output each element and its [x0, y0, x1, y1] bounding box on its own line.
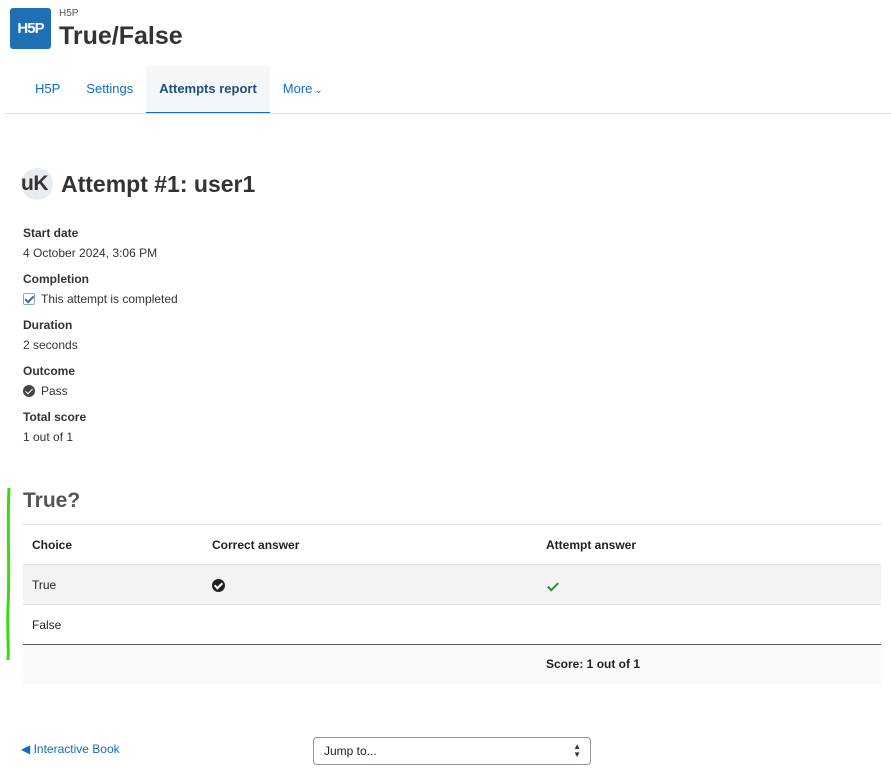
attempt-title: Attempt #1: user1	[61, 170, 256, 197]
tab-more-label: More	[282, 81, 313, 96]
total-score-text: 1 out of 1	[23, 430, 74, 444]
secondary-navigation: H5P Settings Attempts report More ⌄	[22, 66, 336, 114]
chevron-down-icon: ⌄	[314, 85, 323, 96]
duration-text: 2 seconds	[23, 338, 78, 352]
column-header-attempt: Attempt answer	[537, 524, 881, 565]
table-row: False	[23, 604, 881, 645]
previous-activity-label: Interactive Book	[33, 742, 120, 756]
attempt-answer-cell	[537, 604, 881, 645]
score-text: Score: 1 out of 1	[537, 644, 881, 684]
completion-value: This attempt is completed	[23, 288, 423, 318]
duration-value: 2 seconds	[23, 334, 423, 364]
completion-text: This attempt is completed	[41, 292, 178, 306]
attempt-heading: uK Attempt #1: user1	[21, 168, 255, 200]
outcome-value: Pass	[23, 380, 423, 410]
correct-answer-icon	[212, 578, 225, 592]
activity-type-label: H5P	[59, 8, 79, 19]
choice-cell: False	[23, 604, 203, 645]
jump-to-value: Jump to...	[324, 744, 377, 758]
nav-divider	[4, 113, 891, 114]
start-date-label: Start date	[23, 226, 79, 240]
question-table: Choice Correct answer Attempt answer Tru…	[23, 524, 881, 684]
checkmark-icon	[546, 579, 560, 592]
total-score-value: 1 out of 1	[23, 426, 423, 456]
question-title: True?	[23, 489, 81, 512]
outcome-text: Pass	[41, 384, 68, 398]
tab-h5p[interactable]: H5P	[22, 66, 73, 114]
column-header-correct: Correct answer	[203, 524, 537, 565]
page-title: True/False	[59, 22, 183, 50]
tab-attempts-report[interactable]: Attempts report	[146, 66, 270, 114]
total-score-label: Total score	[23, 410, 87, 424]
score-row: Score: 1 out of 1	[23, 644, 881, 684]
table-row: True	[23, 564, 881, 605]
correct-answer-cell	[203, 604, 537, 645]
attempt-answer-cell	[537, 564, 881, 605]
duration-label: Duration	[23, 318, 73, 332]
triangle-left-icon: ◀	[21, 742, 31, 756]
h5p-logo-icon: H5P	[10, 8, 51, 49]
annotation-mark	[6, 488, 11, 660]
tab-more[interactable]: More ⌄	[270, 66, 336, 114]
column-header-choice: Choice	[23, 524, 203, 565]
correct-answer-cell	[203, 564, 537, 605]
check-circle-icon	[23, 385, 35, 397]
start-date-value: 4 October 2024, 3:06 PM	[23, 242, 423, 272]
previous-activity-link[interactable]: ◀ Interactive Book	[21, 742, 120, 756]
select-arrows-icon: ▲ ▼	[573, 742, 581, 759]
tab-settings[interactable]: Settings	[73, 66, 146, 114]
outcome-label: Outcome	[23, 364, 76, 378]
checkbox-checked-icon	[23, 293, 35, 305]
start-date-text: 4 October 2024, 3:06 PM	[23, 246, 158, 260]
completion-label: Completion	[23, 272, 89, 286]
avatar[interactable]: uK	[21, 168, 53, 200]
table-header-row: Choice Correct answer Attempt answer	[23, 524, 881, 565]
activity-header: H5P H5P True/False	[10, 8, 183, 50]
jump-to-select[interactable]: Jump to... ▲ ▼	[313, 737, 591, 765]
header-titles: H5P True/False	[59, 8, 183, 51]
choice-cell: True	[23, 564, 203, 605]
attempt-details: Start date 4 October 2024, 3:06 PM Compl…	[23, 226, 423, 456]
